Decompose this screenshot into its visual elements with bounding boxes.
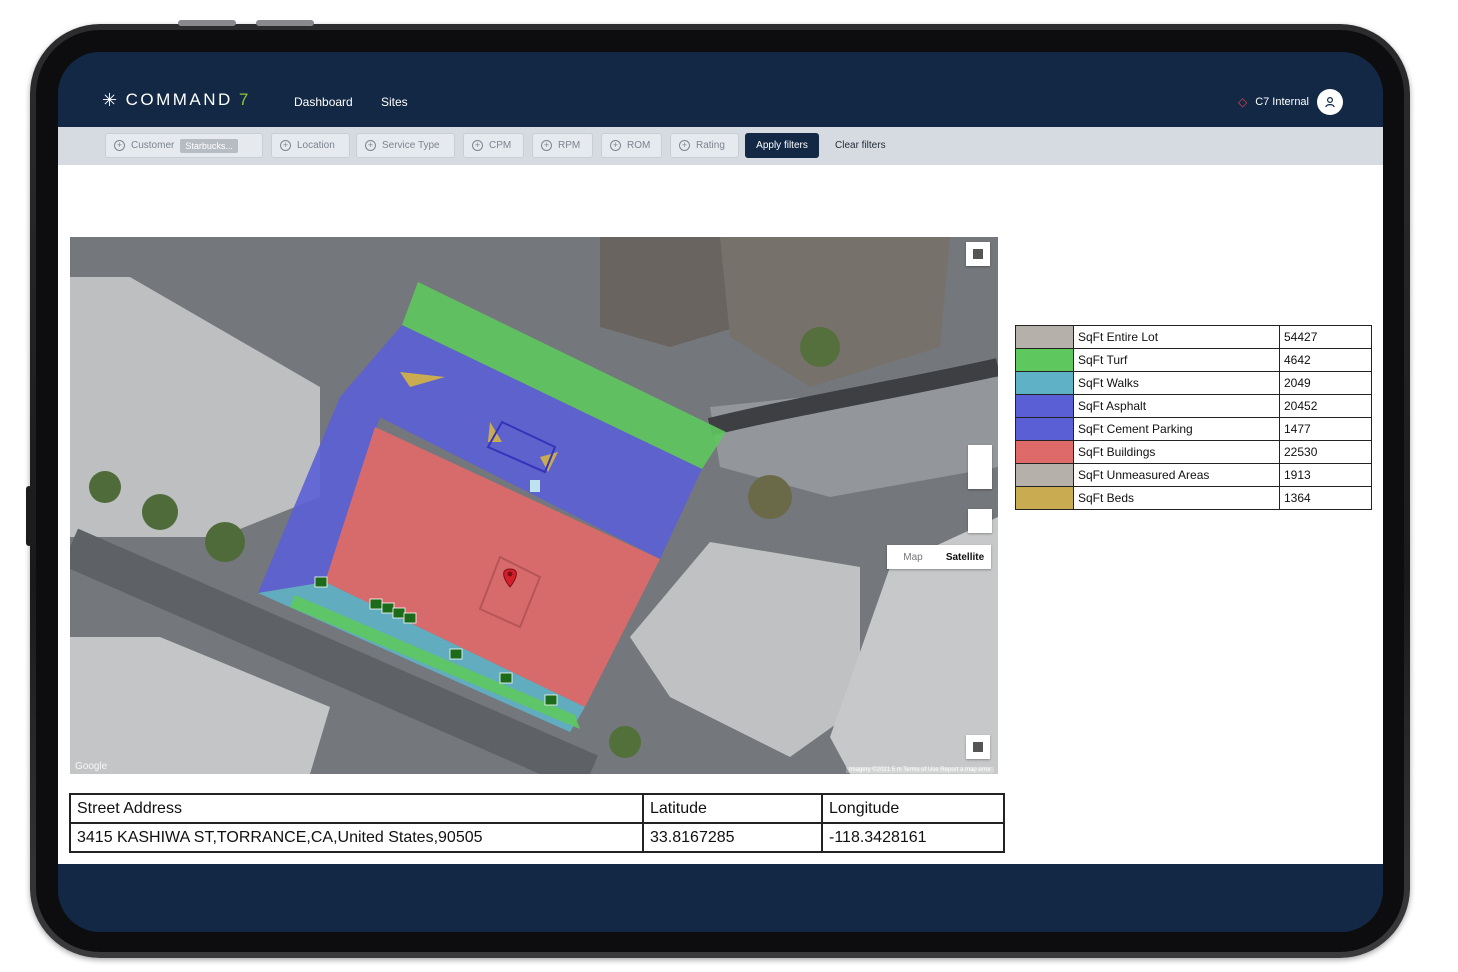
legend-value: 2049 (1279, 371, 1372, 395)
plus-circle-icon: + (280, 140, 291, 151)
legend-value: 54427 (1279, 325, 1372, 349)
nav-dashboard[interactable]: Dashboard (294, 95, 353, 109)
legend-value: 1913 (1279, 463, 1372, 487)
map-type-map[interactable]: Map (887, 552, 939, 563)
legend-swatch (1015, 417, 1074, 441)
filter-location[interactable]: + Location (271, 133, 350, 158)
plus-circle-icon: + (114, 140, 125, 151)
main-content: Map Satellite Google Imagery ©2021 5 m T… (58, 165, 1383, 864)
footer-bar (58, 864, 1383, 932)
legend-label: SqFt Turf (1073, 348, 1280, 372)
filter-label: RPM (558, 140, 581, 151)
legend-swatch (1015, 348, 1074, 372)
street-address-header: Street Address (69, 793, 644, 824)
side-button (26, 486, 32, 546)
map-type-satellite[interactable]: Satellite (939, 552, 991, 563)
legend-value: 4642 (1279, 348, 1372, 372)
google-logo: Google (75, 761, 108, 772)
legend-swatch (1015, 486, 1074, 510)
filter-chip[interactable]: Starbucks... (180, 138, 238, 153)
latitude-header: Latitude (642, 793, 823, 824)
filter-rom[interactable]: + ROM (601, 133, 662, 158)
legend-row: SqFt Unmeasured Areas 1913 (1015, 463, 1372, 487)
street-view-button[interactable] (968, 509, 992, 533)
plus-circle-icon: + (472, 140, 483, 151)
satellite-map[interactable]: Map Satellite Google Imagery ©2021 5 m T… (70, 237, 998, 774)
legend-row: SqFt Cement Parking 1477 (1015, 417, 1372, 441)
legend-row: SqFt Asphalt 20452 (1015, 394, 1372, 418)
legend-row: SqFt Buildings 22530 (1015, 440, 1372, 464)
legend-value: 20452 (1279, 394, 1372, 418)
legend-label: SqFt Walks (1073, 371, 1280, 395)
diamond-icon: ◇ (1237, 95, 1248, 109)
filter-rating[interactable]: + Rating (670, 133, 739, 158)
map-type-toggle[interactable]: Map Satellite (887, 545, 991, 569)
legend-label: SqFt Buildings (1073, 440, 1280, 464)
filter-cpm[interactable]: + CPM (463, 133, 524, 158)
org-label: C7 Internal (1255, 96, 1309, 108)
clear-filters-button[interactable]: Clear filters (835, 140, 886, 151)
legend-swatch (1015, 371, 1074, 395)
apply-filters-button[interactable]: Apply filters (745, 133, 819, 158)
filter-label: CPM (489, 140, 512, 151)
latitude-value: 33.8167285 (642, 822, 823, 853)
legend-value: 22530 (1279, 440, 1372, 464)
plus-circle-icon: + (365, 140, 376, 151)
legend-label: SqFt Unmeasured Areas (1073, 463, 1280, 487)
longitude-value: -118.3428161 (821, 822, 1005, 853)
filter-service-type[interactable]: + Service Type (356, 133, 455, 158)
square-icon (973, 742, 983, 752)
filter-label: Location (297, 140, 335, 151)
legend-label: SqFt Entire Lot (1073, 325, 1280, 349)
legend-row: SqFt Entire Lot 54427 (1015, 325, 1372, 349)
legend-swatch (1015, 463, 1074, 487)
filter-label: Rating (696, 140, 725, 151)
legend-label: SqFt Beds (1073, 486, 1280, 510)
map-attribution[interactable]: Imagery ©2021 5 m Terms of Use Report a … (845, 767, 994, 773)
filter-label: Customer (131, 140, 175, 151)
volume-button (256, 20, 314, 26)
area-legend-table: SqFt Entire Lot 54427 SqFt Turf 4642 SqFt Wa… (1015, 325, 1372, 510)
filter-customer[interactable]: + Customer Starbucks... (105, 133, 263, 158)
org-switcher[interactable]: ◇ C7 Internal (1238, 89, 1343, 115)
plus-circle-icon: + (541, 140, 552, 151)
walks-area (530, 480, 540, 492)
fullscreen-icon (973, 249, 983, 259)
table-row: 3415 KASHIWA ST,TORRANCE,CA,United State… (69, 822, 1005, 853)
logo-suffix: 7 (238, 90, 251, 109)
logo-text: COMMAND (125, 90, 233, 109)
top-nav: ✳ COMMAND 7 Dashboard Sites ◇ C7 Internal (58, 52, 1383, 127)
filter-rpm[interactable]: + RPM (532, 133, 593, 158)
legend-swatch (1015, 440, 1074, 464)
volume-button (178, 20, 236, 26)
longitude-header: Longitude (821, 793, 1005, 824)
map-canvas[interactable] (70, 237, 998, 774)
zoom-control[interactable] (968, 445, 992, 489)
user-avatar[interactable] (1317, 89, 1343, 115)
legend-label: SqFt Asphalt (1073, 394, 1280, 418)
legend-swatch (1015, 325, 1074, 349)
app-logo[interactable]: ✳ COMMAND 7 (102, 90, 251, 110)
filter-label: ROM (627, 140, 651, 151)
legend-value: 1364 (1279, 486, 1372, 510)
user-icon (1325, 96, 1335, 108)
legend-swatch (1015, 394, 1074, 418)
fullscreen-button[interactable] (966, 242, 990, 266)
plus-circle-icon: + (610, 140, 621, 151)
asterisk-logo-icon: ✳ (102, 90, 120, 110)
table-header-row: Street Address Latitude Longitude (69, 793, 1005, 824)
legend-row: SqFt Turf 4642 (1015, 348, 1372, 372)
camera-control[interactable] (966, 735, 990, 759)
nav-sites[interactable]: Sites (381, 95, 408, 109)
address-table: Street Address Latitude Longitude 3415 K… (69, 793, 1005, 853)
street-address-value: 3415 KASHIWA ST,TORRANCE,CA,United State… (69, 822, 644, 853)
plus-circle-icon: + (679, 140, 690, 151)
filter-bar: + Customer Starbucks... + Location + Ser… (58, 127, 1383, 165)
legend-row: SqFt Walks 2049 (1015, 371, 1372, 395)
legend-label: SqFt Cement Parking (1073, 417, 1280, 441)
legend-row: SqFt Beds 1364 (1015, 486, 1372, 510)
legend-value: 1477 (1279, 417, 1372, 441)
screen: ✳ COMMAND 7 Dashboard Sites ◇ C7 Internal… (58, 52, 1383, 932)
filter-label: Service Type (382, 140, 440, 151)
